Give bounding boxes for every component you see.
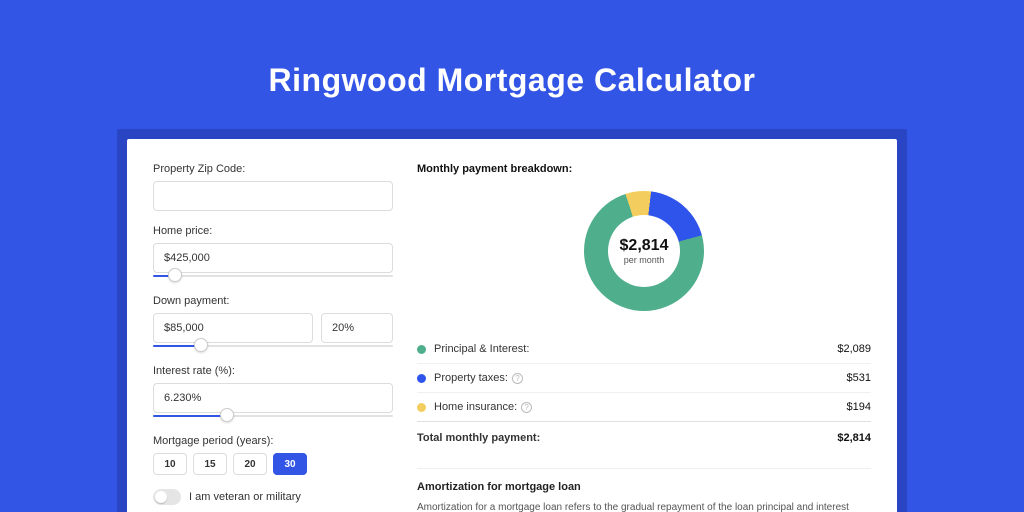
- mortgage-period-label: Mortgage period (years):: [153, 435, 393, 447]
- home-price-label: Home price:: [153, 225, 393, 237]
- amortization-body: Amortization for a mortgage loan refers …: [417, 501, 871, 512]
- down-payment-field: Down payment:: [153, 295, 393, 351]
- legend-total-row: Total monthly payment:$2,814: [417, 421, 871, 452]
- legend-label: Property taxes: ?: [434, 372, 847, 384]
- amortization-section: Amortization for mortgage loan Amortizat…: [417, 468, 871, 512]
- legend-dot: [417, 403, 426, 412]
- calculator-frame: Property Zip Code: Home price: Down paym…: [117, 129, 907, 512]
- donut-ring: $2,814 per month: [584, 191, 704, 311]
- toggle-knob: [155, 491, 167, 503]
- period-option-15[interactable]: 15: [193, 453, 227, 475]
- amortization-heading: Amortization for mortgage loan: [417, 481, 871, 493]
- legend-label: Home insurance: ?: [434, 401, 847, 413]
- legend-dot: [417, 374, 426, 383]
- legend-total-label: Total monthly payment:: [417, 432, 837, 444]
- zip-input[interactable]: [153, 181, 393, 211]
- legend-total-value: $2,814: [837, 432, 871, 444]
- help-icon[interactable]: ?: [512, 373, 523, 384]
- legend-value: $2,089: [837, 343, 871, 355]
- donut-chart: $2,814 per month: [417, 181, 871, 321]
- page: Ringwood Mortgage Calculator Property Zi…: [0, 0, 1024, 512]
- slider-thumb[interactable]: [194, 338, 208, 352]
- interest-rate-slider[interactable]: [153, 411, 393, 421]
- period-option-20[interactable]: 20: [233, 453, 267, 475]
- home-price-input[interactable]: [153, 243, 393, 273]
- period-option-10[interactable]: 10: [153, 453, 187, 475]
- legend-row: Property taxes: ?$531: [417, 363, 871, 392]
- breakdown-heading: Monthly payment breakdown:: [417, 163, 871, 175]
- down-payment-slider[interactable]: [153, 341, 393, 351]
- zip-field: Property Zip Code:: [153, 163, 393, 211]
- interest-rate-label: Interest rate (%):: [153, 365, 393, 377]
- page-title: Ringwood Mortgage Calculator: [0, 62, 1024, 99]
- donut-center-sub: per month: [624, 255, 665, 265]
- calculator-panel: Property Zip Code: Home price: Down paym…: [127, 139, 897, 512]
- zip-label: Property Zip Code:: [153, 163, 393, 175]
- home-price-slider[interactable]: [153, 271, 393, 281]
- legend-value: $194: [847, 401, 871, 413]
- donut-center-value: $2,814: [620, 237, 669, 255]
- mortgage-period-options: 10 15 20 30: [153, 453, 393, 475]
- veteran-toggle[interactable]: [153, 489, 181, 505]
- down-payment-amount-input[interactable]: [153, 313, 313, 343]
- down-payment-percent-input[interactable]: [321, 313, 393, 343]
- legend-row: Home insurance: ?$194: [417, 392, 871, 421]
- period-option-30[interactable]: 30: [273, 453, 307, 475]
- legend-dot: [417, 345, 426, 354]
- slider-thumb[interactable]: [220, 408, 234, 422]
- interest-rate-input[interactable]: [153, 383, 393, 413]
- interest-rate-field: Interest rate (%):: [153, 365, 393, 421]
- slider-thumb[interactable]: [168, 268, 182, 282]
- donut-center: $2,814 per month: [608, 215, 680, 287]
- mortgage-period-field: Mortgage period (years): 10 15 20 30: [153, 435, 393, 475]
- legend-value: $531: [847, 372, 871, 384]
- veteran-row: I am veteran or military: [153, 489, 393, 505]
- home-price-field: Home price:: [153, 225, 393, 281]
- legend-label: Principal & Interest:: [434, 343, 837, 355]
- legend: Principal & Interest:$2,089Property taxe…: [417, 335, 871, 452]
- veteran-label: I am veteran or military: [189, 491, 301, 503]
- help-icon[interactable]: ?: [521, 402, 532, 413]
- form-column: Property Zip Code: Home price: Down paym…: [153, 163, 393, 512]
- breakdown-column: Monthly payment breakdown: $2,814 per mo…: [417, 163, 871, 512]
- down-payment-label: Down payment:: [153, 295, 393, 307]
- legend-row: Principal & Interest:$2,089: [417, 335, 871, 363]
